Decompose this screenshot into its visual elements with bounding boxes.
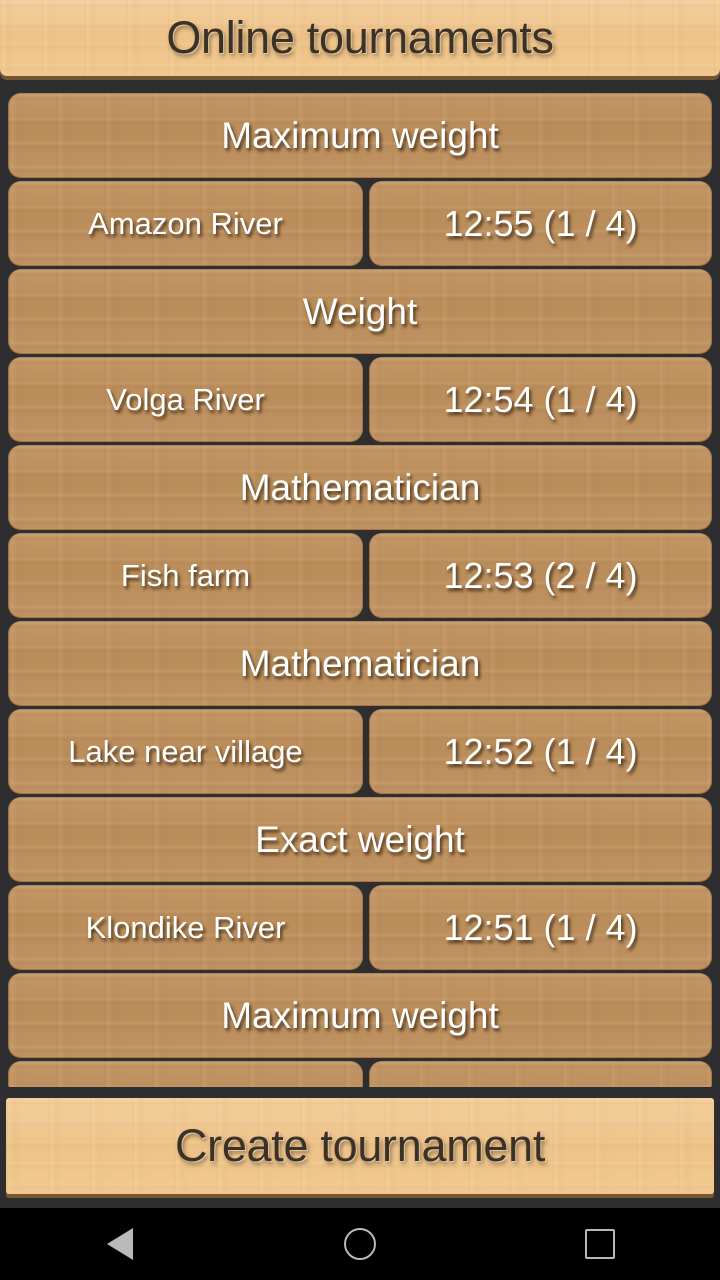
tournament-place-button[interactable]: Lake near village (8, 709, 363, 794)
tournament-time-label: 12:51 (1 / 4) (443, 906, 638, 948)
tournament-time-button[interactable] (369, 1061, 712, 1087)
tournament-mode-button[interactable]: Maximum weight (8, 973, 712, 1058)
tournament-place-label: Fish farm (120, 557, 251, 593)
tournament-time-label: 12:53 (2 / 4) (443, 554, 638, 596)
tournament-time-label: 12:55 (1 / 4) (443, 202, 638, 244)
tournament-place-button[interactable] (8, 1061, 363, 1087)
tournament-row: Volga River 12:54 (1 / 4) (8, 357, 712, 442)
tournament-group: Mathematician Lake near village 12:52 (1 /… (8, 621, 712, 794)
tournament-time-button[interactable]: 12:54 (1 / 4) (369, 357, 712, 442)
create-tournament-label: Create tournament (174, 1120, 546, 1171)
tournament-group: Exact weight Klondike River 12:51 (1 / 4) (8, 797, 712, 970)
tournament-place-label: Klondike River (85, 909, 286, 945)
tournament-place-button[interactable]: Klondike River (8, 885, 363, 970)
tournament-mode-label: Mathematician (239, 642, 481, 684)
tournament-row: Klondike River 12:51 (1 / 4) (8, 885, 712, 970)
create-tournament-button[interactable]: Create tournament (6, 1098, 714, 1194)
tournament-mode-label: Exact weight (255, 818, 465, 860)
tournament-group: Mathematician Fish farm 12:53 (2 / 4) (8, 445, 712, 618)
tournament-mode-label: Maximum weight (221, 114, 499, 156)
recents-square-icon (585, 1229, 615, 1259)
tournament-time-button[interactable]: 12:55 (1 / 4) (369, 181, 712, 266)
tournament-mode-label: Weight (302, 290, 418, 332)
back-button[interactable] (60, 1208, 180, 1280)
home-button[interactable] (300, 1208, 420, 1280)
recents-button[interactable] (540, 1208, 660, 1280)
tournament-time-button[interactable]: 12:52 (1 / 4) (369, 709, 712, 794)
page-header: Online tournaments (0, 0, 720, 76)
tournament-mode-button[interactable]: Maximum weight (8, 93, 712, 178)
tournament-mode-label: Maximum weight (221, 994, 499, 1036)
back-triangle-icon (107, 1228, 133, 1260)
tournament-mode-label: Mathematician (239, 466, 481, 508)
tournament-row (8, 1061, 712, 1087)
tournament-mode-button[interactable]: Weight (8, 269, 712, 354)
tournament-place-label: Amazon River (88, 205, 283, 241)
tournament-time-label: 12:52 (1 / 4) (443, 730, 638, 772)
tournament-row: Amazon River 12:55 (1 / 4) (8, 181, 712, 266)
tournament-row: Lake near village 12:52 (1 / 4) (8, 709, 712, 794)
tournament-place-button[interactable]: Volga River (8, 357, 363, 442)
tournament-time-label: 12:54 (1 / 4) (443, 378, 638, 420)
page-title: Online tournaments (166, 12, 554, 63)
android-navigation-bar (0, 1208, 720, 1280)
app-screen: Online tournaments Maximum weight Amazon … (0, 0, 720, 1280)
tournament-time-button[interactable]: 12:51 (1 / 4) (369, 885, 712, 970)
tournament-place-label: Volga River (106, 381, 265, 417)
tournament-list[interactable]: Maximum weight Amazon River 12:55 (1 / 4) W… (8, 93, 712, 1087)
tournament-place-label: Lake near village (68, 733, 303, 769)
tournament-group: Maximum weight (8, 973, 712, 1087)
tournament-mode-button[interactable]: Mathematician (8, 445, 712, 530)
tournament-group: Weight Volga River 12:54 (1 / 4) (8, 269, 712, 442)
tournament-mode-button[interactable]: Exact weight (8, 797, 712, 882)
tournament-time-button[interactable]: 12:53 (2 / 4) (369, 533, 712, 618)
tournament-place-button[interactable]: Fish farm (8, 533, 363, 618)
tournament-group: Maximum weight Amazon River 12:55 (1 / 4) (8, 93, 712, 266)
tournament-place-button[interactable]: Amazon River (8, 181, 363, 266)
tournament-row: Fish farm 12:53 (2 / 4) (8, 533, 712, 618)
tournament-mode-button[interactable]: Mathematician (8, 621, 712, 706)
home-circle-icon (344, 1228, 376, 1260)
